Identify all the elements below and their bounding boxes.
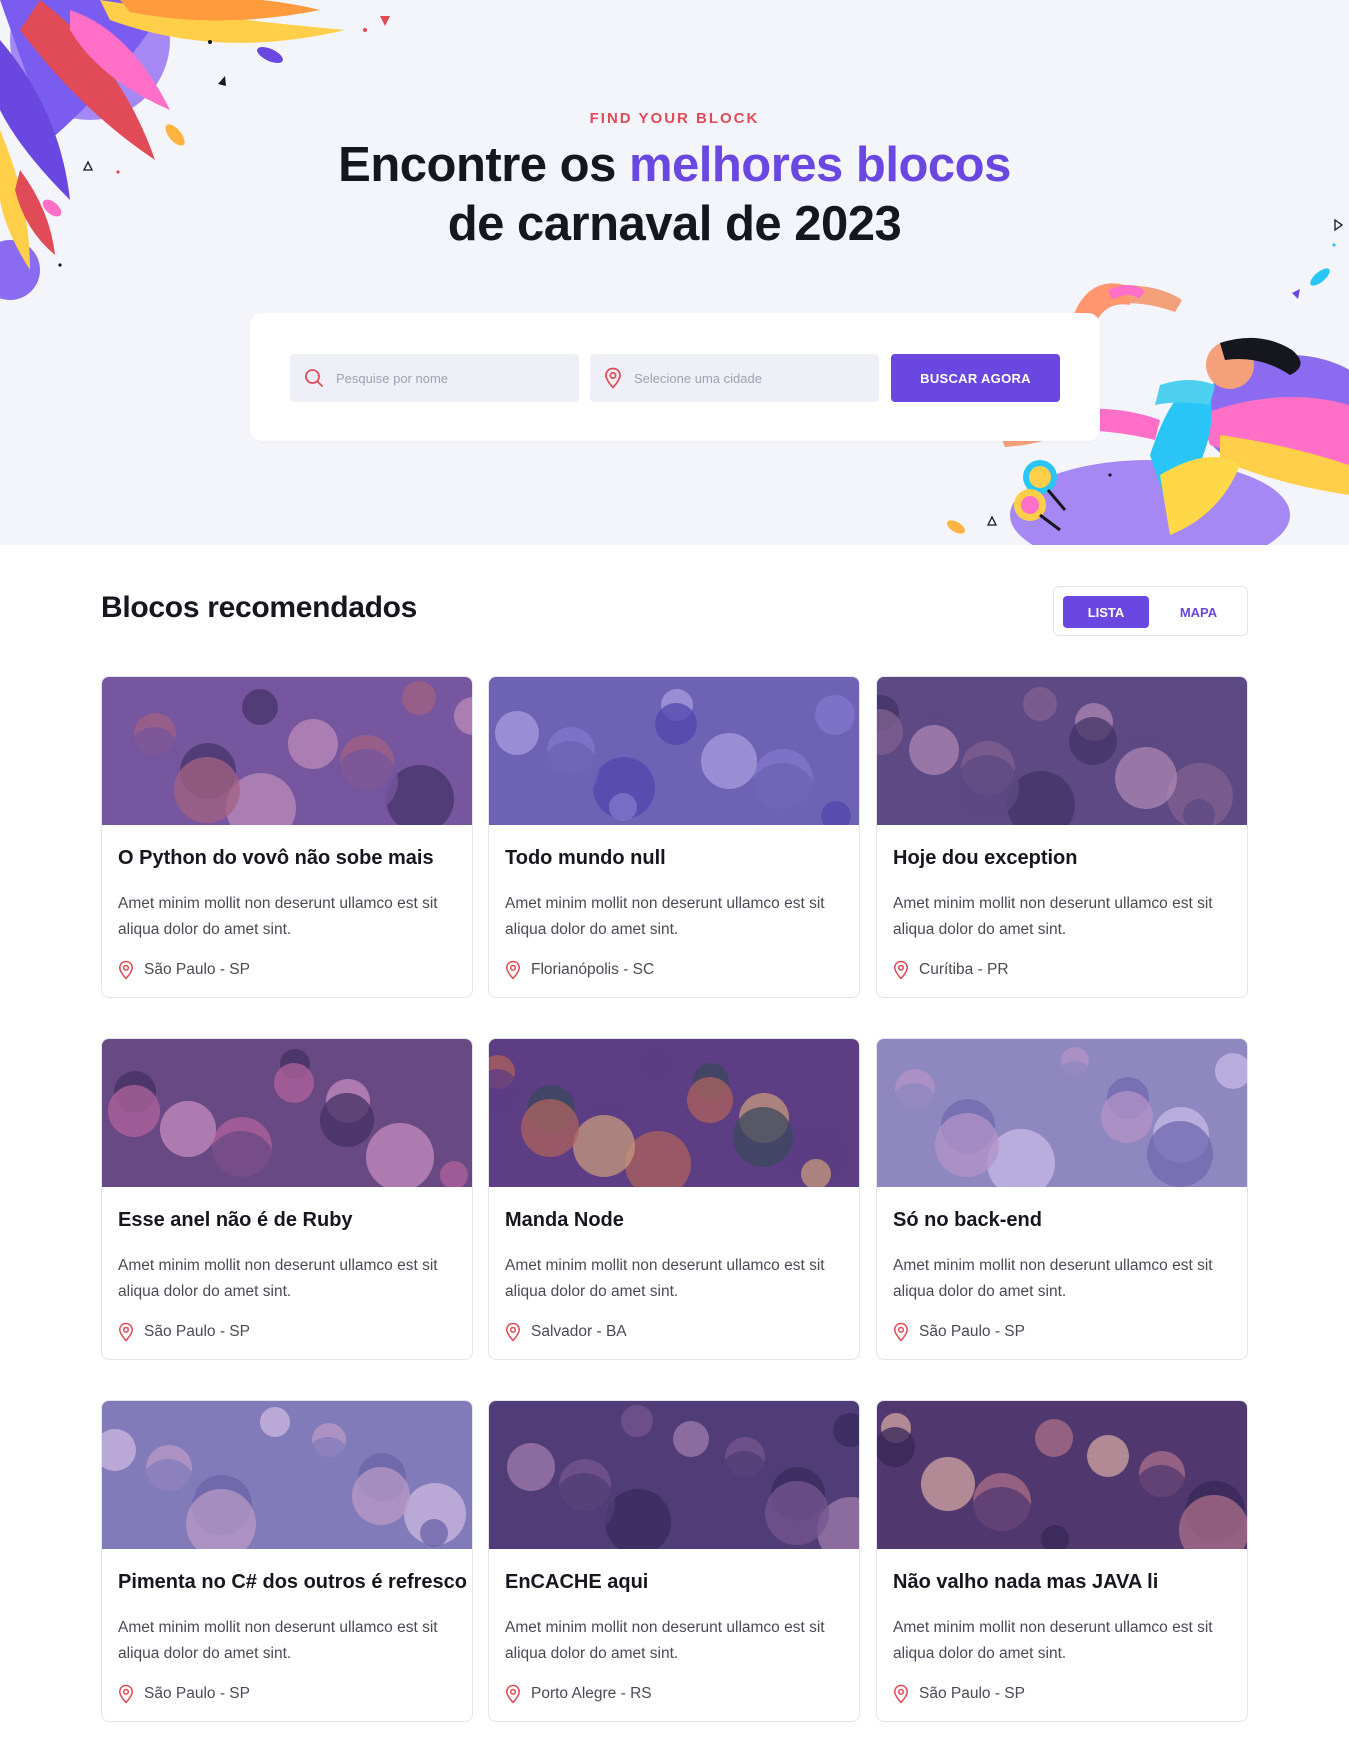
block-photo [877, 677, 1247, 825]
block-location-text: São Paulo - SP [919, 1323, 1025, 1340]
block-location-text: Florianópolis - SC [531, 961, 655, 978]
map-pin-icon [893, 1684, 909, 1704]
toggle-map-button[interactable]: MAPA [1157, 596, 1240, 628]
search-name-input[interactable] [336, 370, 566, 386]
block-card[interactable]: O Python do vovô não sobe mais Amet minim… [101, 676, 473, 998]
map-pin-icon [118, 960, 134, 980]
map-pin-icon [505, 1322, 521, 1342]
map-pin-icon [893, 1322, 909, 1342]
block-location: São Paulo - SP [893, 1684, 1025, 1704]
block-photo [102, 1401, 472, 1549]
hero-headline: Encontre os melhores blocos de carnaval d… [0, 136, 1349, 254]
map-pin-icon [893, 960, 909, 980]
block-card[interactable]: Todo mundo null Amet minim mollit non des… [488, 676, 860, 998]
section-title: Blocos recomendados [101, 591, 418, 624]
block-card[interactable]: Esse anel não é de Ruby Amet minim mollit… [101, 1038, 473, 1360]
headline-part1: Encontre os [338, 138, 629, 192]
map-pin-icon [604, 367, 622, 389]
block-description: Amet minim mollit non deserunt ullamco e… [893, 895, 1213, 938]
block-location: São Paulo - SP [118, 1684, 250, 1704]
headline-part2: de carnaval de 2023 [447, 197, 902, 251]
search-name-field[interactable] [290, 354, 579, 402]
block-title: Hoje dou exception [893, 847, 1078, 869]
map-pin-icon [118, 1684, 134, 1704]
hero-section: FIND YOUR BLOCK Encontre os melhores blo… [0, 0, 1349, 545]
block-description: Amet minim mollit non deserunt ullamco e… [118, 1619, 438, 1662]
block-card[interactable]: Só no back-end Amet minim mollit non dese… [876, 1038, 1248, 1360]
block-title: Manda Node [505, 1209, 624, 1231]
block-title: Só no back-end [893, 1209, 1042, 1231]
block-location-text: São Paulo - SP [919, 1685, 1025, 1702]
block-title: Esse anel não é de Ruby [118, 1209, 353, 1231]
block-photo [877, 1401, 1247, 1549]
block-description: Amet minim mollit non deserunt ullamco e… [505, 895, 825, 938]
block-location: Florianópolis - SC [505, 960, 654, 980]
block-photo [489, 677, 859, 825]
block-title: O Python do vovô não sobe mais [118, 847, 434, 869]
block-card[interactable]: Não valho nada mas JAVA li Amet minim mol… [876, 1400, 1248, 1722]
block-location: Curítiba - PR [893, 960, 1009, 980]
search-icon [304, 368, 324, 388]
search-city-field[interactable] [590, 354, 879, 402]
map-pin-icon [118, 1322, 134, 1342]
block-location-text: Curítiba - PR [919, 961, 1009, 978]
headline-accent: melhores blocos [628, 138, 1011, 192]
search-card: BUSCAR AGORA [250, 313, 1100, 441]
block-location-text: Porto Alegre - RS [531, 1685, 652, 1702]
block-photo [489, 1401, 859, 1549]
block-card[interactable]: Hoje dou exception Amet minim mollit non … [876, 676, 1248, 998]
block-location: São Paulo - SP [893, 1322, 1025, 1342]
block-photo [489, 1039, 859, 1187]
block-title: Todo mundo null [505, 847, 666, 869]
block-description: Amet minim mollit non deserunt ullamco e… [118, 1257, 438, 1300]
view-toggle: LISTA MAPA [1053, 586, 1248, 636]
block-description: Amet minim mollit non deserunt ullamco e… [505, 1257, 825, 1300]
block-photo [102, 1039, 472, 1187]
block-description: Amet minim mollit non deserunt ullamco e… [893, 1619, 1213, 1662]
hero-eyebrow: FIND YOUR BLOCK [589, 110, 760, 127]
block-title: Não valho nada mas JAVA li [893, 1571, 1159, 1593]
block-photo [102, 677, 472, 825]
block-description: Amet minim mollit non deserunt ullamco e… [505, 1619, 825, 1662]
block-description: Amet minim mollit non deserunt ullamco e… [893, 1257, 1213, 1300]
block-location-text: São Paulo - SP [144, 961, 250, 978]
block-description: Amet minim mollit non deserunt ullamco e… [118, 895, 438, 938]
search-city-input[interactable] [634, 370, 864, 386]
block-location: São Paulo - SP [118, 1322, 250, 1342]
block-location: São Paulo - SP [118, 960, 250, 980]
block-location: Porto Alegre - RS [505, 1684, 652, 1704]
block-location-text: São Paulo - SP [144, 1323, 250, 1340]
search-button[interactable]: BUSCAR AGORA [891, 354, 1060, 402]
map-pin-icon [505, 960, 521, 980]
block-photo [877, 1039, 1247, 1187]
block-card[interactable]: Manda Node Amet minim mollit non deserunt… [488, 1038, 860, 1360]
block-title: Pimenta no C# dos outros é refresco [118, 1571, 467, 1593]
toggle-list-button[interactable]: LISTA [1063, 596, 1149, 628]
map-pin-icon [505, 1684, 521, 1704]
block-location-text: São Paulo - SP [144, 1685, 250, 1702]
block-location: Salvador - BA [505, 1322, 627, 1342]
block-title: EnCACHE aqui [505, 1571, 649, 1593]
block-card[interactable]: EnCACHE aqui Amet minim mollit non deseru… [488, 1400, 860, 1722]
block-location-text: Salvador - BA [531, 1323, 627, 1340]
block-card[interactable]: Pimenta no C# dos outros é refresco Amet … [101, 1400, 473, 1722]
